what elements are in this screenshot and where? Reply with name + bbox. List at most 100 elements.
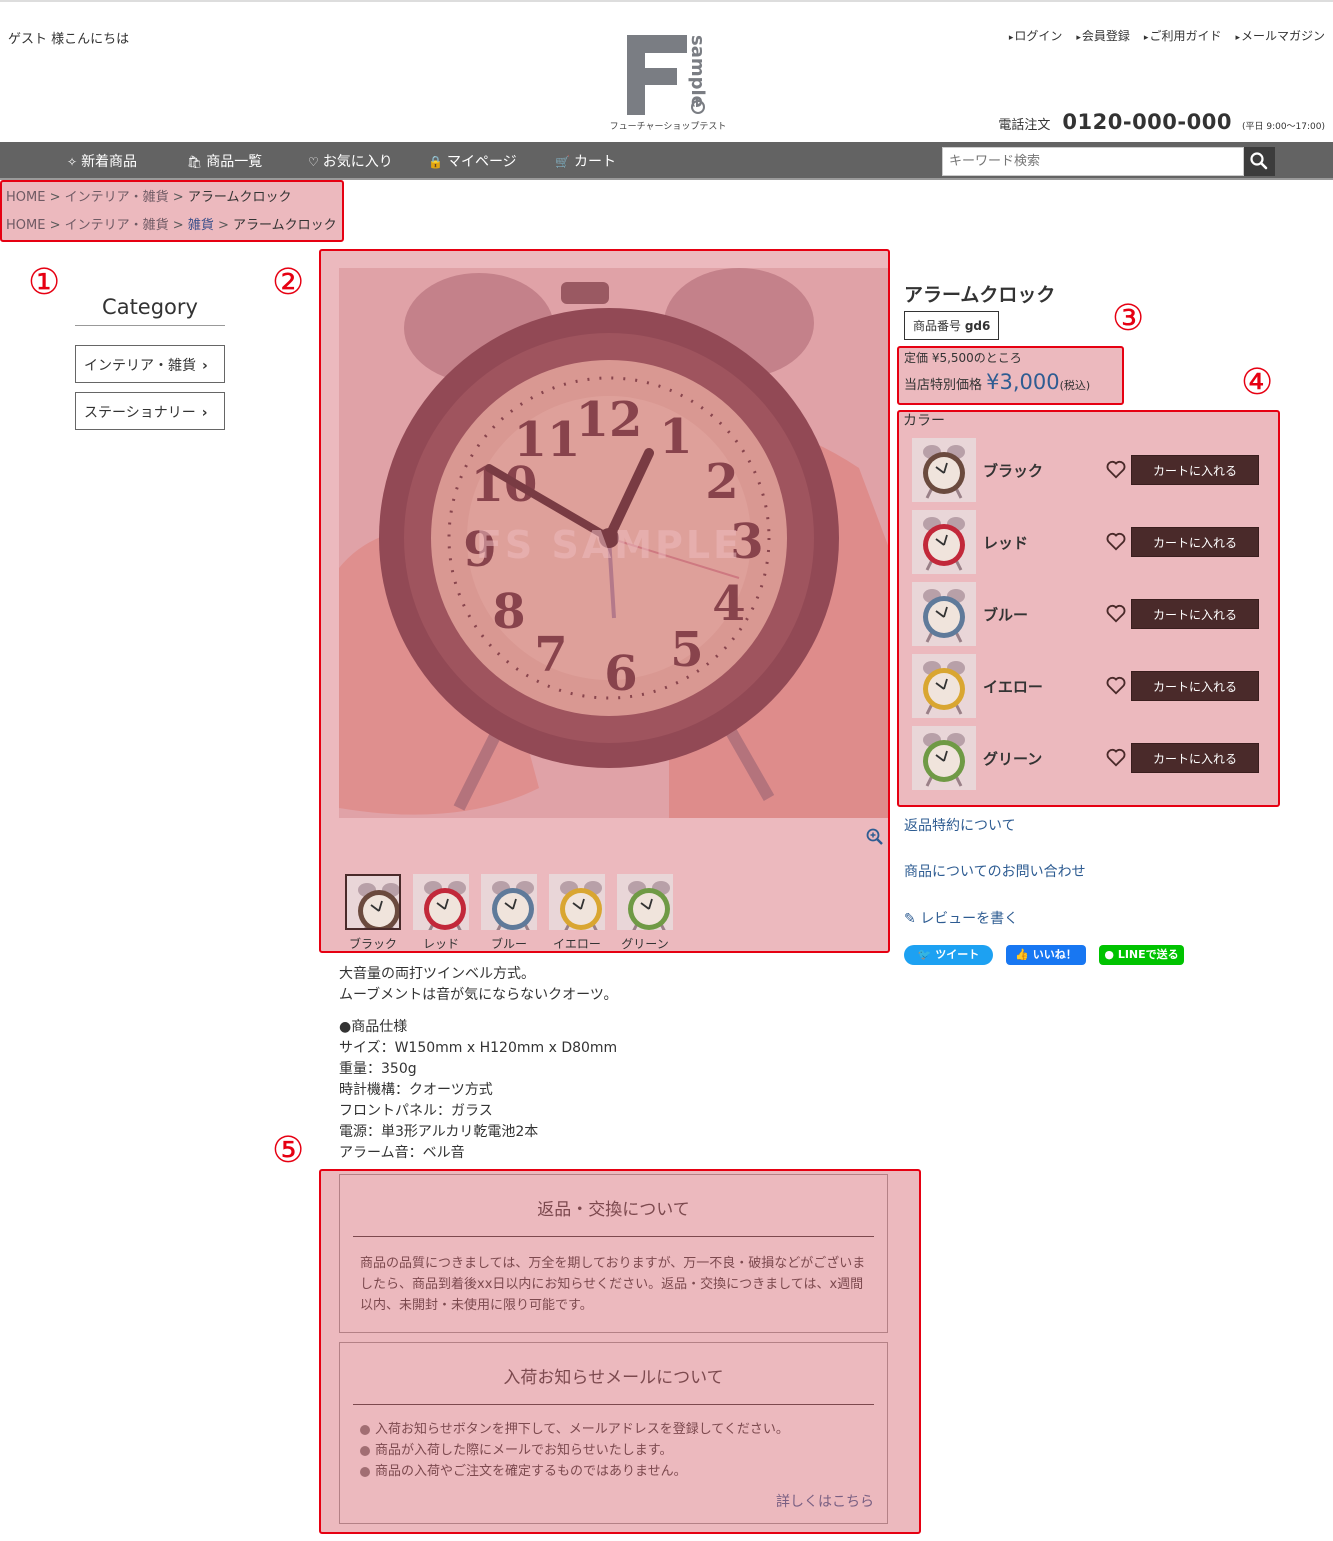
- add-to-cart-button[interactable]: カートに入れる: [1131, 743, 1259, 773]
- crumb-current: アラームクロック: [187, 190, 292, 205]
- product-code-label: 商品番号: [913, 319, 962, 333]
- newsletter-link[interactable]: メールマガジン: [1235, 27, 1325, 44]
- variant-image: [912, 726, 976, 790]
- register-link[interactable]: 会員登録: [1076, 27, 1130, 44]
- tax-note: (税込): [1059, 379, 1091, 392]
- line-share-button[interactable]: ● LINEで送る: [1099, 945, 1184, 965]
- highlight-gallery: [319, 249, 890, 953]
- bag-icon: 🛍: [187, 155, 203, 169]
- heart-icon: ♡: [308, 155, 319, 169]
- search-icon: [1250, 152, 1268, 170]
- thumbnail-label: イエロー: [553, 937, 601, 951]
- color-label: カラー: [903, 413, 945, 429]
- gallery-thumbnail[interactable]: [413, 874, 469, 930]
- favorite-heart-icon[interactable]: [1105, 530, 1127, 552]
- cart-icon: 🛒: [555, 155, 570, 169]
- gallery-thumbnail[interactable]: [617, 874, 673, 930]
- spec-line: 電源：単3形アルカリ乾電池2本: [339, 1124, 539, 1140]
- nav-favorites[interactable]: ♡ お気に入り: [308, 151, 393, 171]
- twitter-bird-icon: 🐦: [917, 948, 932, 961]
- phone-label: 電話注文: [998, 118, 1051, 133]
- intro-line: ムーブメントは音が気にならないクオーツ。: [339, 987, 618, 1003]
- top-border: [0, 0, 1333, 2]
- favorite-heart-icon[interactable]: [1105, 458, 1127, 480]
- variant-image: [912, 510, 976, 574]
- like-button[interactable]: 👍 いいね！: [1006, 945, 1086, 965]
- product-code: gd6: [964, 319, 991, 333]
- add-to-cart-button[interactable]: カートに入れる: [1131, 455, 1259, 485]
- sparkle-icon: ✧: [67, 155, 78, 169]
- nav-new-items[interactable]: ✧ 新着商品: [67, 151, 137, 171]
- guide-link[interactable]: ご利用ガイド: [1144, 27, 1221, 44]
- crumb-interior[interactable]: インテリア・雑貨: [65, 218, 169, 233]
- variant-name: グリーン: [983, 750, 1043, 768]
- crumb-current: アラームクロック: [233, 218, 337, 233]
- logo-word: sample: [687, 35, 708, 108]
- marker-4: ④: [1241, 362, 1274, 403]
- category-interior[interactable]: インテリア・雑貨: [75, 345, 225, 383]
- nav-mypage[interactable]: 🔒 マイページ: [428, 151, 517, 171]
- variant-name: ブルー: [983, 606, 1029, 624]
- logo-subtitle: フューチャーショップテスト: [609, 122, 727, 132]
- category-stationery[interactable]: ステーショナリー: [75, 392, 225, 430]
- thumbnail-label: ブラック: [348, 937, 397, 951]
- thumbnail-label: グリーン: [621, 937, 669, 951]
- search-button[interactable]: [1244, 147, 1275, 176]
- breadcrumb-secondary: HOME > インテリア・雑貨 > 雑貨 > アラームクロック: [6, 218, 337, 233]
- crumb-home[interactable]: HOME: [6, 190, 45, 205]
- add-to-cart-button[interactable]: カートに入れる: [1131, 527, 1259, 557]
- thumbnail-label: レッド: [422, 937, 459, 951]
- marker-5: ⑤: [272, 1130, 305, 1171]
- header-links: ログイン 会員登録 ご利用ガイド メールマガジン: [1009, 27, 1325, 44]
- spec-line: ●商品仕様: [339, 1019, 408, 1035]
- product-title: アラームクロック: [904, 284, 1056, 306]
- sale-price-row: 当店特別価格 ¥3,000(税込): [904, 370, 1090, 394]
- variant-image: [912, 654, 976, 718]
- thumbnail-label: ブルー: [490, 937, 527, 951]
- return-policy-link[interactable]: 返品特約について: [904, 815, 1016, 835]
- shop-logo[interactable]: sample: [600, 32, 736, 132]
- gallery-thumbnail[interactable]: [481, 874, 537, 930]
- lock-icon: 🔒: [428, 155, 443, 169]
- zoom-in-icon[interactable]: [866, 828, 884, 850]
- spec-line: アラーム音：ベル音: [339, 1145, 465, 1161]
- crumb-interior[interactable]: インテリア・雑貨: [65, 190, 169, 205]
- favorite-heart-icon[interactable]: [1105, 746, 1127, 768]
- intro-line: 大音量の両打ツインベル方式。: [339, 966, 535, 982]
- phone-number: 0120-000-000: [1062, 110, 1232, 134]
- tweet-button[interactable]: 🐦 ツイート: [904, 945, 993, 965]
- spec-line: 時計機構：クオーツ方式: [339, 1082, 493, 1098]
- sale-price: ¥3,000: [986, 370, 1060, 394]
- inquiry-link[interactable]: 商品についてのお問い合わせ: [904, 861, 1086, 881]
- sale-price-label: 当店特別価格: [904, 378, 983, 393]
- variant-image: [912, 582, 976, 646]
- variant-image: [912, 438, 976, 502]
- login-link[interactable]: ログイン: [1009, 27, 1062, 44]
- breadcrumb: HOME > インテリア・雑貨 > アラームクロック: [6, 190, 292, 205]
- variant-name: レッド: [983, 534, 1029, 552]
- phone-order: 電話注文 0120-000-000 (平日 9:00～17:00): [998, 110, 1325, 134]
- crumb-goods[interactable]: 雑貨: [188, 218, 214, 233]
- favorite-heart-icon[interactable]: [1105, 602, 1127, 624]
- phone-hours: (平日 9:00～17:00): [1241, 122, 1325, 132]
- variant-name: イエロー: [983, 678, 1043, 696]
- greeting-text: ゲスト 様こんにちは: [8, 32, 130, 47]
- crumb-home[interactable]: HOME: [6, 218, 45, 233]
- favorite-heart-icon[interactable]: [1105, 674, 1127, 696]
- product-specs: ●商品仕様 サイズ：W150mm x H120mm x D80mm 重量：350…: [339, 1017, 617, 1164]
- nav-cart[interactable]: 🛒 カート: [555, 151, 616, 171]
- add-to-cart-button[interactable]: カートに入れる: [1131, 599, 1259, 629]
- highlight-info-boxes: [319, 1169, 921, 1534]
- spec-line: フロントパネル：ガラス: [339, 1103, 493, 1119]
- spec-line: サイズ：W150mm x H120mm x D80mm: [339, 1040, 618, 1056]
- gallery-thumbnail[interactable]: [345, 874, 401, 930]
- global-nav: ✧ 新着商品 🛍 商品一覧 ♡ お気に入り 🔒 マイページ 🛒 カート: [0, 142, 1333, 180]
- category-title: Category: [75, 295, 225, 326]
- product-code-badge: 商品番号 gd6: [904, 311, 1000, 340]
- add-to-cart-button[interactable]: カートに入れる: [1131, 671, 1259, 701]
- marker-3: ③: [1112, 298, 1145, 339]
- gallery-thumbnail[interactable]: [549, 874, 605, 930]
- search-input[interactable]: [942, 147, 1244, 176]
- nav-item-list[interactable]: 🛍 商品一覧: [187, 151, 262, 171]
- write-review-link[interactable]: ✎ レビューを書く: [904, 908, 1018, 928]
